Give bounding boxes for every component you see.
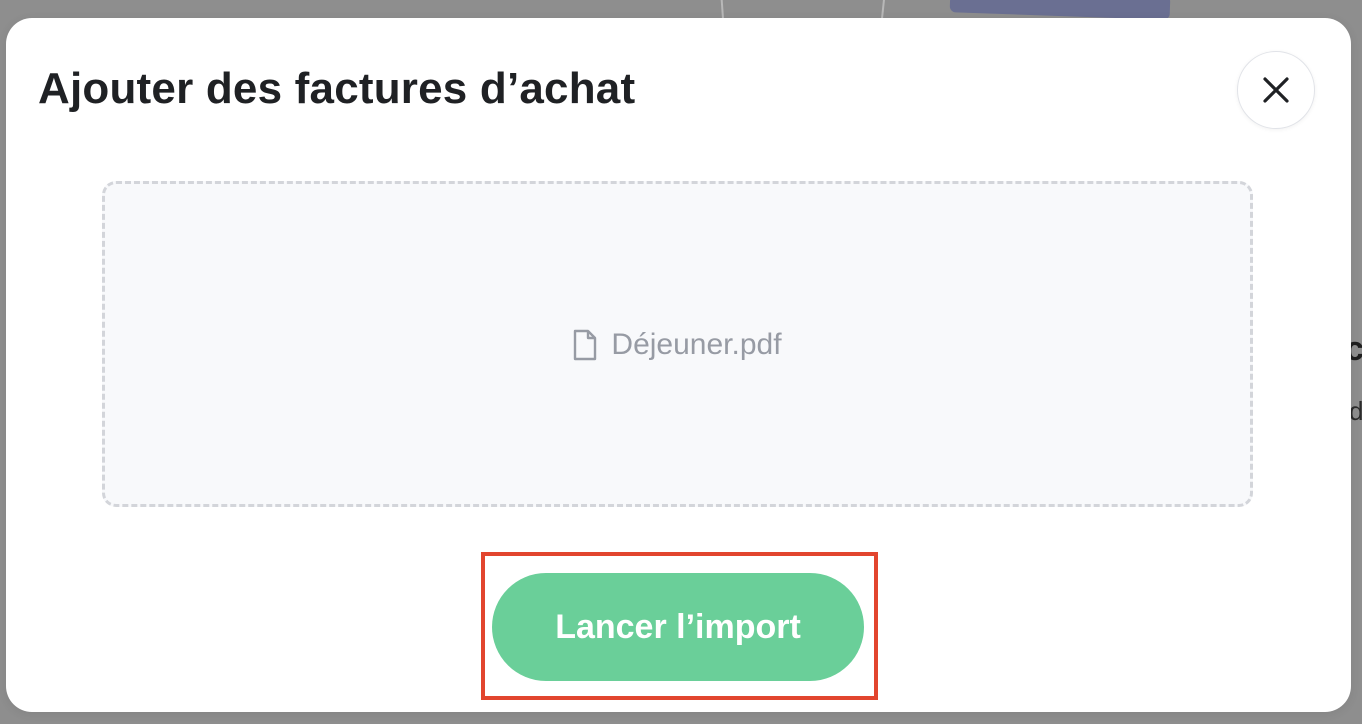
close-icon [1263,77,1289,103]
file-entry: Déjeuner.pdf [573,328,782,362]
start-import-button[interactable]: Lancer l’import [492,573,864,681]
background-line [717,0,725,20]
background-line [880,0,890,20]
file-icon [574,329,597,361]
import-invoices-modal: Ajouter des factures d’achat Déjeuner.pd… [6,18,1351,712]
file-dropzone[interactable]: Déjeuner.pdf [102,181,1253,507]
modal-title: Ajouter des factures d’achat [38,64,636,113]
close-button[interactable] [1237,51,1315,129]
file-name: Déjeuner.pdf [611,328,782,361]
background-bar [949,0,1171,20]
